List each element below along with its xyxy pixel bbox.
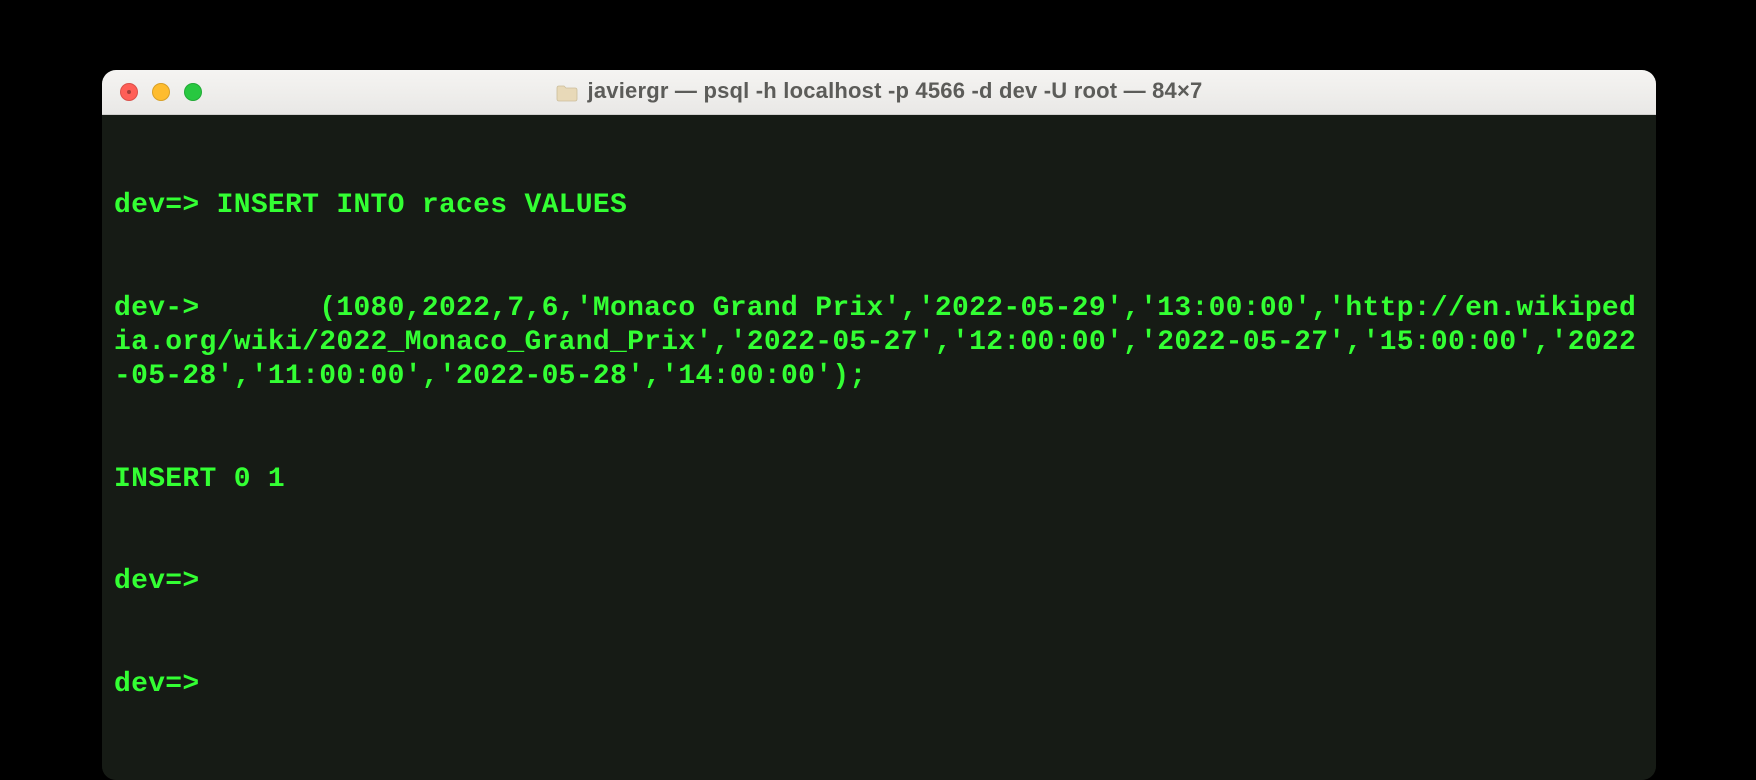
traffic-lights [102, 83, 202, 101]
window-title: javiergr — psql -h localhost -p 4566 -d … [556, 78, 1203, 104]
terminal-line: dev=> [114, 668, 1644, 702]
terminal-window: javiergr — psql -h localhost -p 4566 -d … [102, 70, 1656, 780]
minimize-icon[interactable] [152, 83, 170, 101]
zoom-icon[interactable] [184, 83, 202, 101]
close-icon[interactable] [120, 83, 138, 101]
terminal-line: dev=> INSERT INTO races VALUES [114, 189, 1644, 223]
window-title-text: javiergr — psql -h localhost -p 4566 -d … [588, 78, 1203, 104]
terminal-line: dev=> [114, 565, 1644, 599]
screenshot-frame: javiergr — psql -h localhost -p 4566 -d … [0, 0, 1756, 530]
terminal-line: dev-> (1080,2022,7,6,'Monaco Grand Prix'… [114, 292, 1644, 394]
window-title-wrap: javiergr — psql -h localhost -p 4566 -d … [102, 78, 1656, 107]
terminal-line: INSERT 0 1 [114, 463, 1644, 497]
terminal-body[interactable]: dev=> INSERT INTO races VALUES dev-> (10… [102, 115, 1656, 780]
folder-icon [556, 82, 578, 100]
window-titlebar[interactable]: javiergr — psql -h localhost -p 4566 -d … [102, 70, 1656, 115]
